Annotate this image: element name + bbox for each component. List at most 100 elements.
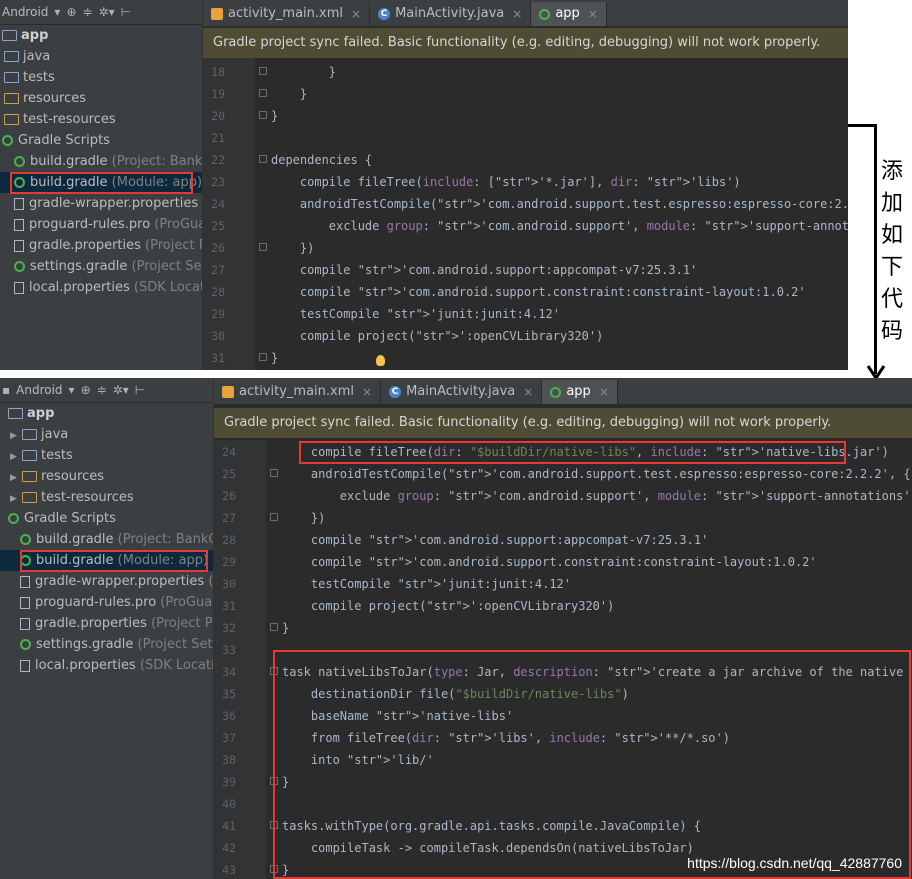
tab-label: app	[566, 384, 591, 399]
tree-item[interactable]: proguard-rules.pro (ProGuar	[0, 592, 213, 613]
tab-label: MainActivity.java	[395, 6, 505, 21]
gradle-icon	[8, 513, 19, 524]
sync-target-icon[interactable]: ⊕	[66, 5, 76, 19]
tree-item[interactable]: local.properties (SDK Location	[0, 277, 202, 298]
chevron-down-icon[interactable]: ▾	[54, 5, 60, 19]
tree-item[interactable]: gradle.properties (Project Pro	[0, 235, 202, 256]
project-tree: app java tests resources test-resources Gradl…	[0, 25, 202, 298]
code-text: compile "str">'com.android.support.const…	[282, 555, 817, 569]
tree-item-hint: (Project Pro	[145, 238, 202, 253]
tree-item[interactable]: proguard-rules.pro (ProGua	[0, 214, 202, 235]
hide-panel-icon[interactable]: ⊢	[135, 383, 145, 397]
fold-marker-icon[interactable]	[259, 89, 267, 97]
code-line: 23 compile fileTree(include: ["str">'*.j…	[203, 171, 848, 193]
editor-tab[interactable]: C MainActivity.java ×	[381, 380, 543, 404]
line-number: 28	[211, 285, 225, 299]
close-icon[interactable]: ×	[523, 380, 533, 404]
tree-item[interactable]: settings.gradle (Project Settin	[0, 256, 202, 277]
tree-item[interactable]: local.properties (SDK Locatio	[0, 655, 213, 676]
hide-panel-icon[interactable]: ⊢	[121, 5, 131, 19]
line-number: 43	[222, 863, 236, 877]
editor-tabs: activity_main.xml × C MainActivity.java × app…	[214, 378, 912, 405]
project-view-mode-dropdown[interactable]: Android	[16, 383, 62, 397]
code-line: 28 compile "str">'com.android.support.co…	[203, 281, 848, 303]
editor-tab[interactable]: app ×	[542, 380, 618, 404]
code-text: androidTestCompile("str">'com.android.su…	[271, 197, 848, 211]
fold-marker-icon[interactable]	[259, 111, 267, 119]
annotation-char: 码	[880, 319, 903, 344]
expand-arrow-icon[interactable]: ▶	[10, 489, 22, 510]
fold-marker-icon[interactable]	[270, 469, 278, 477]
fold-marker-icon[interactable]	[270, 513, 278, 521]
tree-item[interactable]: settings.gradle (Project Settin	[0, 634, 213, 655]
tree-item[interactable]: gradle.properties (Project Pro	[0, 613, 213, 634]
expand-arrow-icon[interactable]: ▶	[10, 447, 22, 468]
annotation-char: 添	[880, 159, 903, 184]
code-line: 24 androidTestCompile("str">'com.android…	[203, 193, 848, 215]
sync-target-icon[interactable]: ⊕	[81, 383, 91, 397]
tree-item[interactable]: Gradle Scripts	[0, 130, 202, 151]
fold-marker-icon[interactable]	[270, 623, 278, 631]
tree-item[interactable]: java	[0, 46, 202, 67]
code-line: 18 }	[203, 61, 848, 83]
line-number: 21	[211, 131, 225, 145]
close-icon[interactable]: ×	[599, 380, 609, 404]
tree-item[interactable]: gradle-wrapper.properties (G	[0, 571, 213, 592]
line-number: 22	[211, 153, 225, 167]
code-editor[interactable]: 18 } 19 } 20} 21 22 dependencies {23 compile …	[203, 58, 848, 370]
tree-item[interactable]: test-resources	[0, 109, 202, 130]
line-number: 42	[222, 841, 236, 855]
tab-label: activity_main.xml	[239, 384, 355, 399]
file-icon	[14, 239, 24, 252]
tree-item-label: Gradle Scripts	[24, 511, 116, 526]
chevron-down-icon[interactable]: ▾	[69, 383, 75, 397]
tree-item[interactable]: Gradle Scripts	[0, 508, 213, 529]
editor-tab[interactable]: activity_main.xml ×	[203, 2, 371, 26]
tree-item[interactable]: ▶ resources	[0, 466, 213, 487]
tree-item[interactable]: app	[0, 403, 213, 424]
highlight-box	[20, 550, 208, 572]
tree-item-hint: (SDK Locatio	[135, 658, 214, 673]
close-icon[interactable]: ×	[588, 2, 598, 26]
tree-item[interactable]: gradle-wrapper.properties (G	[0, 193, 202, 214]
tree-item-hint: (SDK Location	[133, 280, 202, 295]
expand-arrow-icon[interactable]: ▶	[10, 468, 22, 489]
tree-item-label: gradle-wrapper.properties	[35, 574, 205, 589]
editor-tab[interactable]: C MainActivity.java ×	[370, 2, 532, 26]
tree-item[interactable]: ▶ tests	[0, 445, 213, 466]
editor-tab[interactable]: activity_main.xml ×	[214, 380, 382, 404]
tree-item[interactable]: ▶ java	[0, 424, 213, 445]
collapse-all-icon[interactable]: ≑	[83, 5, 93, 19]
bottom-screenshot: ▪ Android ▾ ⊕ ≑ ✲▾ ⊢ app ▶ java ▶ tests ▶ reso…	[0, 378, 912, 879]
fold-marker-icon[interactable]	[259, 67, 267, 75]
tree-item[interactable]: tests	[0, 67, 202, 88]
tree-item[interactable]: app	[0, 25, 202, 46]
tree-item-label: app	[27, 406, 55, 421]
code-text: }	[271, 65, 337, 79]
fold-marker-icon[interactable]	[259, 353, 267, 361]
tree-item-label: java	[23, 49, 51, 64]
gear-icon[interactable]: ✲▾	[113, 383, 129, 397]
tree-item[interactable]: build.gradle (Project: BankCa	[0, 151, 202, 172]
line-number: 34	[222, 665, 236, 679]
gear-icon[interactable]: ✲▾	[99, 5, 115, 19]
line-number: 24	[211, 197, 225, 211]
close-icon[interactable]: ×	[362, 380, 372, 404]
tree-item-label: resources	[23, 91, 87, 106]
expand-arrow-icon[interactable]: ▶	[10, 426, 22, 447]
project-view-mode-dropdown[interactable]: Android	[2, 5, 48, 19]
close-icon[interactable]: ×	[351, 2, 361, 26]
tree-item[interactable]: ▶ test-resources	[0, 487, 213, 508]
close-icon[interactable]: ×	[512, 2, 522, 26]
tree-item[interactable]: resources	[0, 88, 202, 109]
line-number: 26	[211, 241, 225, 255]
lightbulb-icon[interactable]	[376, 355, 385, 366]
fold-marker-icon[interactable]	[259, 243, 267, 251]
editor-tab[interactable]: app ×	[531, 2, 607, 26]
tree-item[interactable]: build.gradle (Project: BankCa	[0, 529, 213, 550]
code-text: exclude group: "str">'com.android.suppor…	[271, 219, 848, 233]
fold-marker-icon[interactable]	[259, 155, 267, 163]
collapse-all-icon[interactable]: ≑	[97, 383, 107, 397]
gradle-icon	[2, 135, 13, 146]
tree-item-label: local.properties	[29, 280, 130, 295]
